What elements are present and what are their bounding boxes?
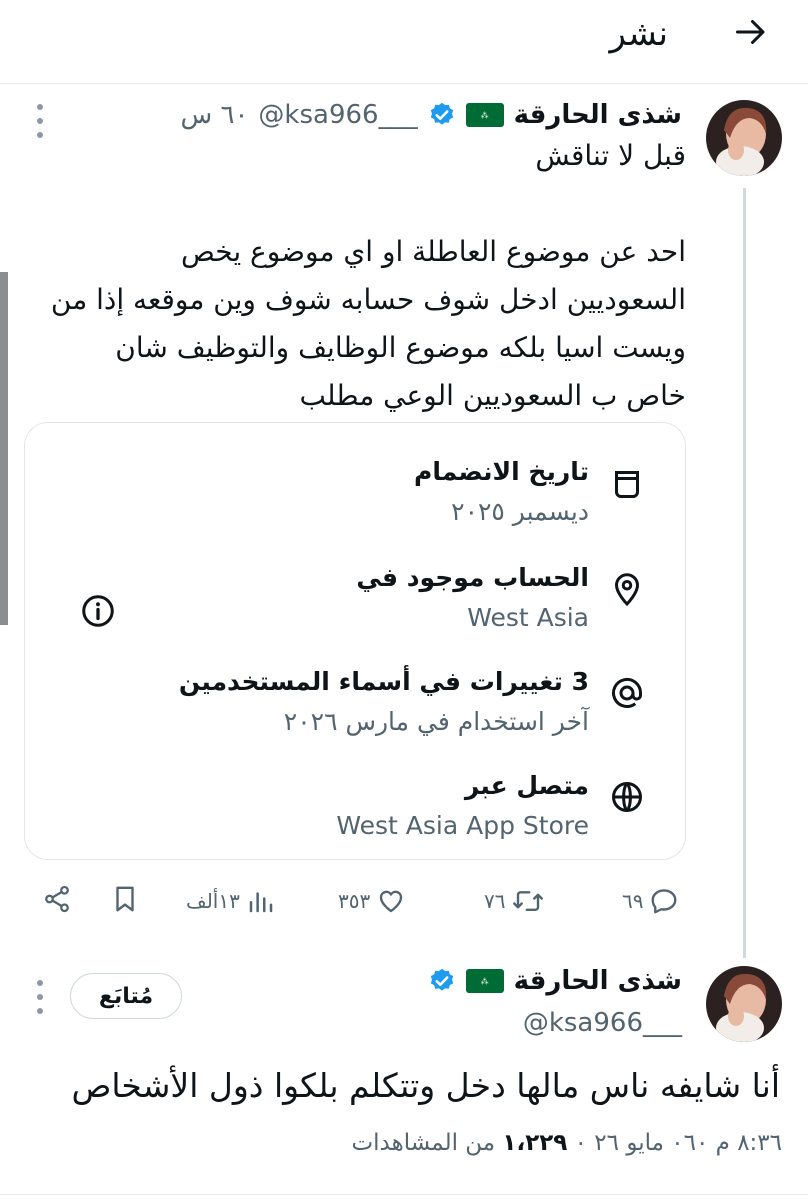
share-button[interactable] xyxy=(42,884,72,914)
thread-connector xyxy=(743,188,746,958)
saudi-flag-icon: ⁂ xyxy=(465,103,504,127)
analytics-icon xyxy=(249,892,273,913)
avatar[interactable] xyxy=(706,966,782,1042)
reply-button[interactable]: ٦٩ xyxy=(622,886,679,916)
arrow-right-icon xyxy=(736,20,765,44)
card-item-sub: West Asia App Store xyxy=(336,811,589,840)
divider xyxy=(0,1194,808,1195)
author-row: شذى الحارقة ⁂ @ksa966___ ٦٠ س xyxy=(180,100,682,130)
likes-count: ٣٥٣ xyxy=(338,889,371,913)
author-handle[interactable]: @ksa966___ xyxy=(523,1008,682,1038)
saudi-flag-icon: ⁂ xyxy=(465,969,504,993)
card-item-title: تاريخ الانضمام xyxy=(414,457,589,486)
like-button[interactable]: ٣٥٣ xyxy=(338,886,406,916)
author-row: شذى الحارقة ⁂ xyxy=(428,966,682,996)
reposts-count: ٧٦ xyxy=(484,889,506,913)
more-options-icon[interactable] xyxy=(35,104,45,138)
card-item-title: الحساب موجود في xyxy=(356,563,589,592)
replies-count: ٦٩ xyxy=(622,889,644,913)
author-name[interactable]: شذى الحارقة xyxy=(514,100,682,130)
heart-icon xyxy=(380,890,403,913)
card-item-sub: ديسمبر ٢٠٢٥ xyxy=(451,497,589,526)
at-sign-icon xyxy=(612,677,642,708)
views-count: ١،٢٢٩ xyxy=(502,1130,568,1156)
card-item-title: 3 تغييرات في أسماء المستخدمين xyxy=(178,667,589,696)
top-bar: نشر xyxy=(0,0,808,84)
card-item-sub: West Asia xyxy=(467,603,589,632)
avatar-image xyxy=(706,966,782,1042)
views-label: من المشاهدات xyxy=(351,1130,496,1156)
following-button[interactable]: مُتابَع xyxy=(70,973,182,1019)
back-button[interactable] xyxy=(731,12,771,52)
calendar-icon xyxy=(615,471,639,498)
repost-icon xyxy=(513,891,544,911)
avatar[interactable] xyxy=(706,100,782,176)
page-title: نشر xyxy=(609,14,668,54)
verified-badge-icon[interactable] xyxy=(428,967,456,995)
repost-button[interactable]: ٧٦ xyxy=(484,886,545,916)
views-count: ١٣ألف xyxy=(186,889,240,913)
action-bar: ١٣ألف ٣٥٣ ٧٦ ٦٩ xyxy=(0,878,808,928)
author-handle[interactable]: @ksa966___ xyxy=(258,100,417,130)
post-time[interactable]: ٦٠ س xyxy=(180,100,248,130)
post-timestamp[interactable]: ٨:٣٦ م ٠٦٠ مايو ٢٦ ٠ xyxy=(575,1130,782,1156)
verified-badge-icon[interactable] xyxy=(428,101,456,129)
card-item-title: متصل عبر xyxy=(464,771,589,800)
location-pin-icon xyxy=(614,573,640,607)
about-account-card[interactable]: تاريخ الانضمام ديسمبر ٢٠٢٥ الحساب موجود … xyxy=(24,422,686,860)
avatar-image xyxy=(706,100,782,176)
author-name[interactable]: شذى الحارقة xyxy=(514,966,682,996)
bookmark-icon xyxy=(116,886,134,912)
bookmark-button[interactable] xyxy=(110,884,140,914)
card-item-sub: آخر استخدام في مارس ٢٠٢٦ xyxy=(283,707,589,736)
post-text: أنا شايفه ناس مالها دخل وتتكلم بلكوا ذول… xyxy=(71,1066,780,1105)
more-options-icon[interactable] xyxy=(35,980,45,1014)
reply-icon xyxy=(652,889,677,914)
scrollbar[interactable] xyxy=(0,272,8,625)
info-icon[interactable] xyxy=(80,593,116,629)
globe-icon xyxy=(612,782,642,812)
share-icon xyxy=(45,885,69,913)
views-button[interactable]: ١٣ألف xyxy=(186,886,276,916)
post-meta: ٨:٣٦ م ٠٦٠ مايو ٢٦ ٠ ١،٢٢٩ من المشاهدات xyxy=(352,1130,783,1156)
post-text: قبل لا تناقش احد عن موضوع العاطلة او اي … xyxy=(50,139,686,412)
